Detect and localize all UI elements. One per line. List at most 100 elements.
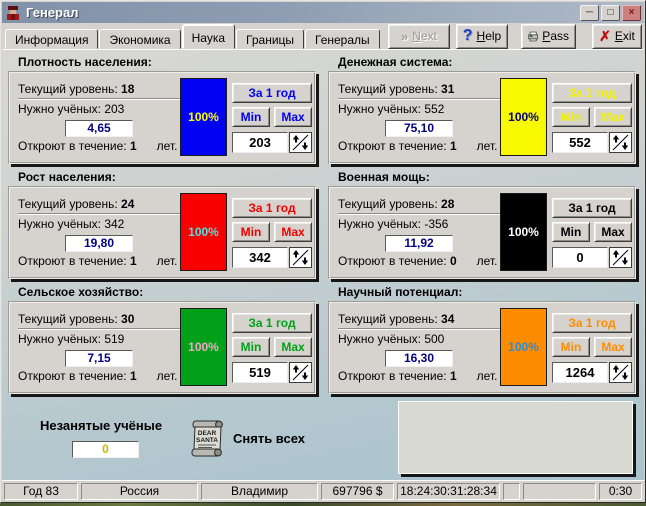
next-button[interactable]: » Next (388, 24, 450, 49)
tab-economy[interactable]: Экономика (99, 29, 180, 49)
help-icon: ? (463, 27, 473, 45)
min-button[interactable]: Min (552, 222, 590, 242)
updown-icon (610, 248, 631, 267)
status-timer: 0:30 (599, 483, 642, 500)
unemployed-scientists-value: 0 (72, 441, 139, 458)
status-levels: 18:24:30:31:28:34 (397, 483, 500, 500)
scientists-assigned-input[interactable]: 0 (552, 247, 608, 268)
current-level-row: Текущий уровень: 34 (338, 312, 454, 326)
max-button[interactable]: Max (274, 107, 312, 127)
current-level-row: Текущий уровень: 24 (18, 197, 134, 211)
per-year-button[interactable]: За 1 год (552, 83, 632, 103)
scientists-assigned-input[interactable]: 552 (552, 132, 608, 153)
window-controls: ─ □ × (580, 5, 641, 21)
status-year: Год 83 (4, 483, 78, 500)
science-page: Плотность населения: Текущий уровень: 18… (2, 49, 644, 483)
panel-title: Денежная система: (338, 55, 640, 69)
open-within-row: Откроют в течение: 1лет. (338, 139, 497, 153)
current-level-value: 24 (121, 197, 134, 211)
per-year-button[interactable]: За 1 год (552, 198, 632, 218)
panel-box: Текущий уровень: 24 Нужно учёных: 342 19… (8, 186, 316, 279)
updown-icon (610, 363, 631, 382)
scientists-assigned-input[interactable]: 1264 (552, 362, 608, 383)
divider (338, 213, 500, 215)
years-unit: лет. (157, 139, 178, 153)
status-empty-1 (503, 483, 520, 500)
tab-science[interactable]: Наука (182, 24, 235, 49)
minimize-button[interactable]: ─ (580, 5, 599, 21)
research-cost-value: 7,15 (65, 350, 133, 367)
research-cost-value: 75,10 (385, 120, 453, 137)
close-button[interactable]: × (622, 5, 641, 21)
tab-information[interactable]: Информация (5, 29, 98, 49)
open-within-row: Откроют в течение: 1лет. (18, 139, 177, 153)
max-button[interactable]: Max (274, 222, 312, 242)
help-button[interactable]: ? Help (456, 24, 508, 49)
spinner-updown-button[interactable] (609, 247, 632, 268)
spinner-updown-button[interactable] (289, 132, 312, 153)
divider (18, 98, 180, 100)
panel-box: Текущий уровень: 28 Нужно учёных: -356 1… (328, 186, 636, 279)
allocation-block: 100% (500, 308, 547, 386)
current-level-row: Текущий уровень: 30 (18, 312, 134, 326)
scientists-needed-row: Нужно учёных: 519 (18, 332, 124, 346)
years-value: 1 (450, 139, 457, 153)
exit-button[interactable]: ✗ Exit (592, 24, 642, 49)
years-unit: лет. (477, 369, 498, 383)
per-year-button[interactable]: За 1 год (232, 313, 312, 333)
research-cost-value: 11,92 (385, 235, 453, 252)
per-year-button[interactable]: За 1 год (232, 198, 312, 218)
allocation-percent: 100% (188, 340, 219, 354)
updown-icon (610, 133, 631, 152)
panel-title: Научный потенциал: (338, 285, 640, 299)
scientists-assigned-input[interactable]: 342 (232, 247, 288, 268)
pass-button[interactable]: Pass (521, 24, 576, 49)
research-cost-value: 16,30 (385, 350, 453, 367)
divider (18, 328, 180, 330)
years-unit: лет. (477, 139, 498, 153)
per-year-button[interactable]: За 1 год (232, 83, 312, 103)
open-within-row: Откроют в течение: 0лет. (338, 254, 497, 268)
max-button[interactable]: Max (594, 222, 632, 242)
max-button[interactable]: Max (594, 337, 632, 357)
min-button[interactable]: Min (232, 337, 270, 357)
spinner-updown-button[interactable] (289, 362, 312, 383)
remove-all-button[interactable]: DEAR SANTA (190, 419, 226, 459)
open-within-row: Откроют в течение: 1лет. (18, 369, 177, 383)
app-window: Генерал ─ □ × Информация Экономика Наука… (0, 0, 646, 503)
allocation-percent: 100% (508, 340, 539, 354)
scientists-assigned-input[interactable]: 519 (232, 362, 288, 383)
scientists-needed-row: Нужно учёных: 342 (18, 217, 124, 231)
panel-title: Плотность населения: (18, 55, 320, 69)
allocation-block: 100% (180, 193, 227, 271)
divider (338, 328, 500, 330)
min-button[interactable]: Min (552, 337, 590, 357)
printer-icon (528, 30, 538, 43)
spinner-updown-button[interactable] (289, 247, 312, 268)
panel-title: Рост населения: (18, 170, 320, 184)
min-button[interactable]: Min (232, 222, 270, 242)
scientists-assigned-input[interactable]: 203 (232, 132, 288, 153)
spinner-updown-button[interactable] (609, 132, 632, 153)
maximize-button[interactable]: □ (601, 5, 620, 21)
research-cost-value: 4,65 (65, 120, 133, 137)
per-year-button[interactable]: За 1 год (552, 313, 632, 333)
current-level-value: 30 (121, 312, 134, 326)
panel-population-density: Плотность населения: Текущий уровень: 18… (8, 55, 320, 164)
allocation-percent: 100% (508, 110, 539, 124)
years-value: 1 (130, 139, 137, 153)
tab-generals[interactable]: Генералы (305, 29, 380, 49)
spinner-updown-button[interactable] (609, 362, 632, 383)
next-icon: » (401, 29, 408, 44)
panel-science-potential: Научный потенциал: Текущий уровень: 34 Н… (328, 285, 640, 394)
min-button[interactable]: Min (232, 107, 270, 127)
current-level-value: 18 (121, 82, 134, 96)
min-button[interactable]: Min (552, 107, 590, 127)
updown-icon (290, 248, 311, 267)
max-button[interactable]: Max (594, 107, 632, 127)
max-button[interactable]: Max (274, 337, 312, 357)
app-icon (5, 5, 21, 21)
current-level-value: 28 (441, 197, 454, 211)
tab-borders[interactable]: Границы (236, 29, 304, 49)
scientists-needed-value: 342 (104, 217, 124, 231)
